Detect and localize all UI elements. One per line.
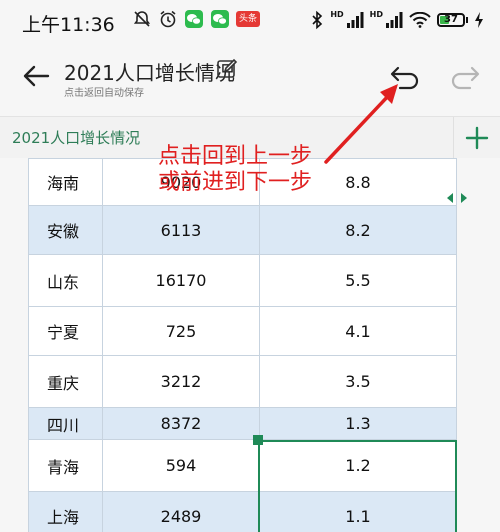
table-row: 宁夏 725 4.1 xyxy=(28,306,457,356)
document-header: 2021人口增长情况 点击返回自动保存 xyxy=(0,46,500,116)
plus-icon xyxy=(465,126,489,150)
selection-handle[interactable] xyxy=(253,435,263,445)
wechat-icon xyxy=(185,10,203,28)
cell-province[interactable]: 四川 xyxy=(28,407,103,440)
autosave-hint: 点击返回自动保存 xyxy=(64,88,144,99)
battery-icon: 37 xyxy=(437,13,468,27)
status-system-icons: HD HD 37 xyxy=(310,10,484,30)
news-app-icon: 头条 xyxy=(236,11,261,27)
add-sheet-button[interactable] xyxy=(453,117,500,159)
cell-population[interactable]: 725 xyxy=(102,306,260,356)
annotation-line-1: 点击回到上一步 xyxy=(158,144,313,169)
cell-province[interactable]: 安徽 xyxy=(28,205,103,255)
signal-icon xyxy=(346,12,364,28)
cell-growth-rate[interactable]: 4.1 xyxy=(259,306,457,356)
document-title[interactable]: 2021人口增长情况 xyxy=(64,57,235,86)
cell-province[interactable]: 山东 xyxy=(28,254,103,307)
annotation-arrow xyxy=(324,84,398,164)
cell-province[interactable]: 青海 xyxy=(28,439,103,492)
signal2-label: HD xyxy=(369,10,383,19)
cell-population[interactable]: 8372 xyxy=(102,407,260,440)
cell-population[interactable]: 16170 xyxy=(102,254,260,307)
status-bar: 上午11:36 头条 HD HD 37 xyxy=(0,0,500,46)
annotation-line-2: 或前进到下一步 xyxy=(158,170,313,195)
wechat-icon-2 xyxy=(211,10,229,28)
table-row: 安徽 6113 8.2 xyxy=(28,205,457,255)
cell-province[interactable]: 上海 xyxy=(28,491,103,532)
alarm-icon xyxy=(160,10,176,28)
sheet-tab[interactable]: 2021人口增长情况 xyxy=(0,117,152,159)
cell-province[interactable]: 重庆 xyxy=(28,355,103,408)
cell-population[interactable]: 3212 xyxy=(102,355,260,408)
charging-icon xyxy=(475,12,483,28)
wifi-icon xyxy=(409,12,431,28)
status-time: 上午11:36 xyxy=(22,14,115,36)
redo-icon[interactable] xyxy=(448,62,482,92)
cell-population[interactable]: 6113 xyxy=(102,205,260,255)
cell-growth-rate[interactable]: 5.5 xyxy=(259,254,457,307)
bluetooth-icon xyxy=(312,10,323,30)
table-row: 重庆 3212 3.5 xyxy=(28,355,457,408)
edit-title-icon[interactable] xyxy=(216,58,238,80)
signal-icon-2 xyxy=(386,12,403,28)
cell-population[interactable]: 2489 xyxy=(102,491,260,532)
selection-frame[interactable] xyxy=(258,440,457,532)
annotation-text: 点击回到上一步 或前进到下一步 xyxy=(158,144,312,196)
cell-population[interactable]: 594 xyxy=(102,439,260,492)
cell-growth-rate[interactable]: 1.3 xyxy=(259,407,457,440)
column-resize-icon[interactable] xyxy=(446,191,468,205)
back-arrow-icon[interactable] xyxy=(20,60,52,92)
table-row: 山东 16170 5.5 xyxy=(28,254,457,307)
battery-level: 37 xyxy=(444,14,458,25)
table-row: 四川 8372 1.3 xyxy=(28,407,457,440)
cell-growth-rate[interactable]: 3.5 xyxy=(259,355,457,408)
cell-province[interactable]: 宁夏 xyxy=(28,306,103,356)
cell-growth-rate[interactable]: 8.2 xyxy=(259,205,457,255)
status-notification-icons: 头条 xyxy=(132,9,261,29)
signal1-label: HD xyxy=(330,10,344,19)
spreadsheet-grid[interactable]: 海南 9020 8.8 安徽 6113 8.2 山东 16170 5.5 宁夏 … xyxy=(0,158,500,532)
cell-province[interactable]: 海南 xyxy=(28,158,103,206)
mute-bell-icon xyxy=(133,11,151,27)
